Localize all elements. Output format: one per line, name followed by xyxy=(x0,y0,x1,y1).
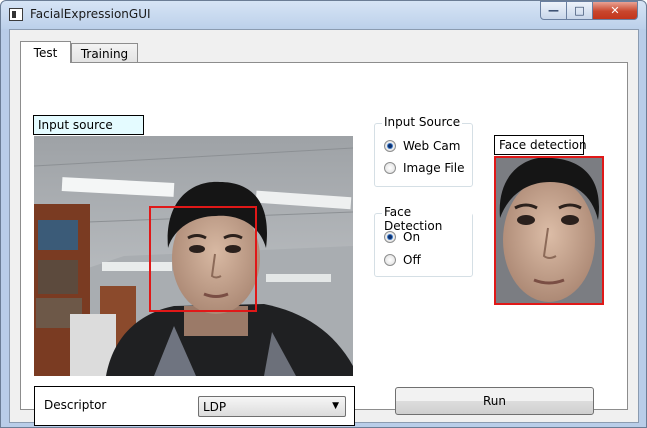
image-file-radio-button[interactable] xyxy=(384,162,396,174)
maximize-icon: □ xyxy=(574,4,585,17)
detection-off-radio-button[interactable] xyxy=(384,254,396,266)
descriptor-panel: Descriptor LDP ▼ xyxy=(34,386,355,426)
detection-off-radio-label: Off xyxy=(403,253,421,267)
caption-buttons: — □ ✕ xyxy=(540,1,638,21)
detection-on-radio-label: On xyxy=(403,230,421,244)
face-detection-group-title: Face Detection xyxy=(382,205,472,233)
image-file-radio-option[interactable]: Image File xyxy=(384,161,464,175)
detection-on-radio-option[interactable]: On xyxy=(384,230,420,244)
tab-training[interactable]: Training xyxy=(71,43,138,63)
descriptor-dropdown[interactable]: LDP ▼ xyxy=(198,396,346,417)
face-detection-group: Face Detection On Off xyxy=(374,205,473,277)
app-window: FacialExpressionGUI — □ ✕ Test Training … xyxy=(0,0,647,428)
minimize-button[interactable]: — xyxy=(540,1,567,20)
title-bar[interactable]: FacialExpressionGUI — □ ✕ xyxy=(1,1,646,29)
client-area: Test Training Input source Input Source … xyxy=(9,29,639,426)
chevron-down-icon: ▼ xyxy=(332,401,339,411)
run-button-label: Run xyxy=(482,394,506,408)
test-tab-panel: Input source Input Source Web Cam Image … xyxy=(20,62,628,426)
input-source-group-title: Input Source xyxy=(382,115,463,129)
maximize-button[interactable]: □ xyxy=(567,1,593,20)
webcam-radio-label: Web Cam xyxy=(403,139,461,153)
input-video-feed xyxy=(34,136,353,376)
tab-test[interactable]: Test xyxy=(20,41,71,63)
window-title: FacialExpressionGUI xyxy=(30,7,151,21)
tab-training-label: Training xyxy=(80,46,129,61)
face-detection-box xyxy=(149,206,257,312)
detection-off-radio-option[interactable]: Off xyxy=(384,253,421,267)
input-source-group: Input Source Web Cam Image File xyxy=(374,115,473,187)
descriptor-label: Descriptor xyxy=(44,398,107,412)
detected-face-preview xyxy=(494,156,604,305)
close-icon: ✕ xyxy=(610,4,620,17)
app-icon[interactable] xyxy=(9,8,23,21)
tab-test-label: Test xyxy=(33,45,58,60)
input-source-caption: Input source xyxy=(33,115,144,135)
webcam-radio-option[interactable]: Web Cam xyxy=(384,139,460,153)
face-detection-caption: Face detection xyxy=(494,135,587,155)
descriptor-selected-value: LDP xyxy=(203,400,227,414)
webcam-radio-button[interactable] xyxy=(384,140,396,152)
close-button[interactable]: ✕ xyxy=(593,1,638,20)
face-crop-image xyxy=(496,158,602,303)
detection-on-radio-button[interactable] xyxy=(384,231,396,243)
image-file-radio-label: Image File xyxy=(403,161,465,175)
run-button[interactable]: Run xyxy=(395,387,594,415)
minimize-icon: — xyxy=(548,4,559,17)
